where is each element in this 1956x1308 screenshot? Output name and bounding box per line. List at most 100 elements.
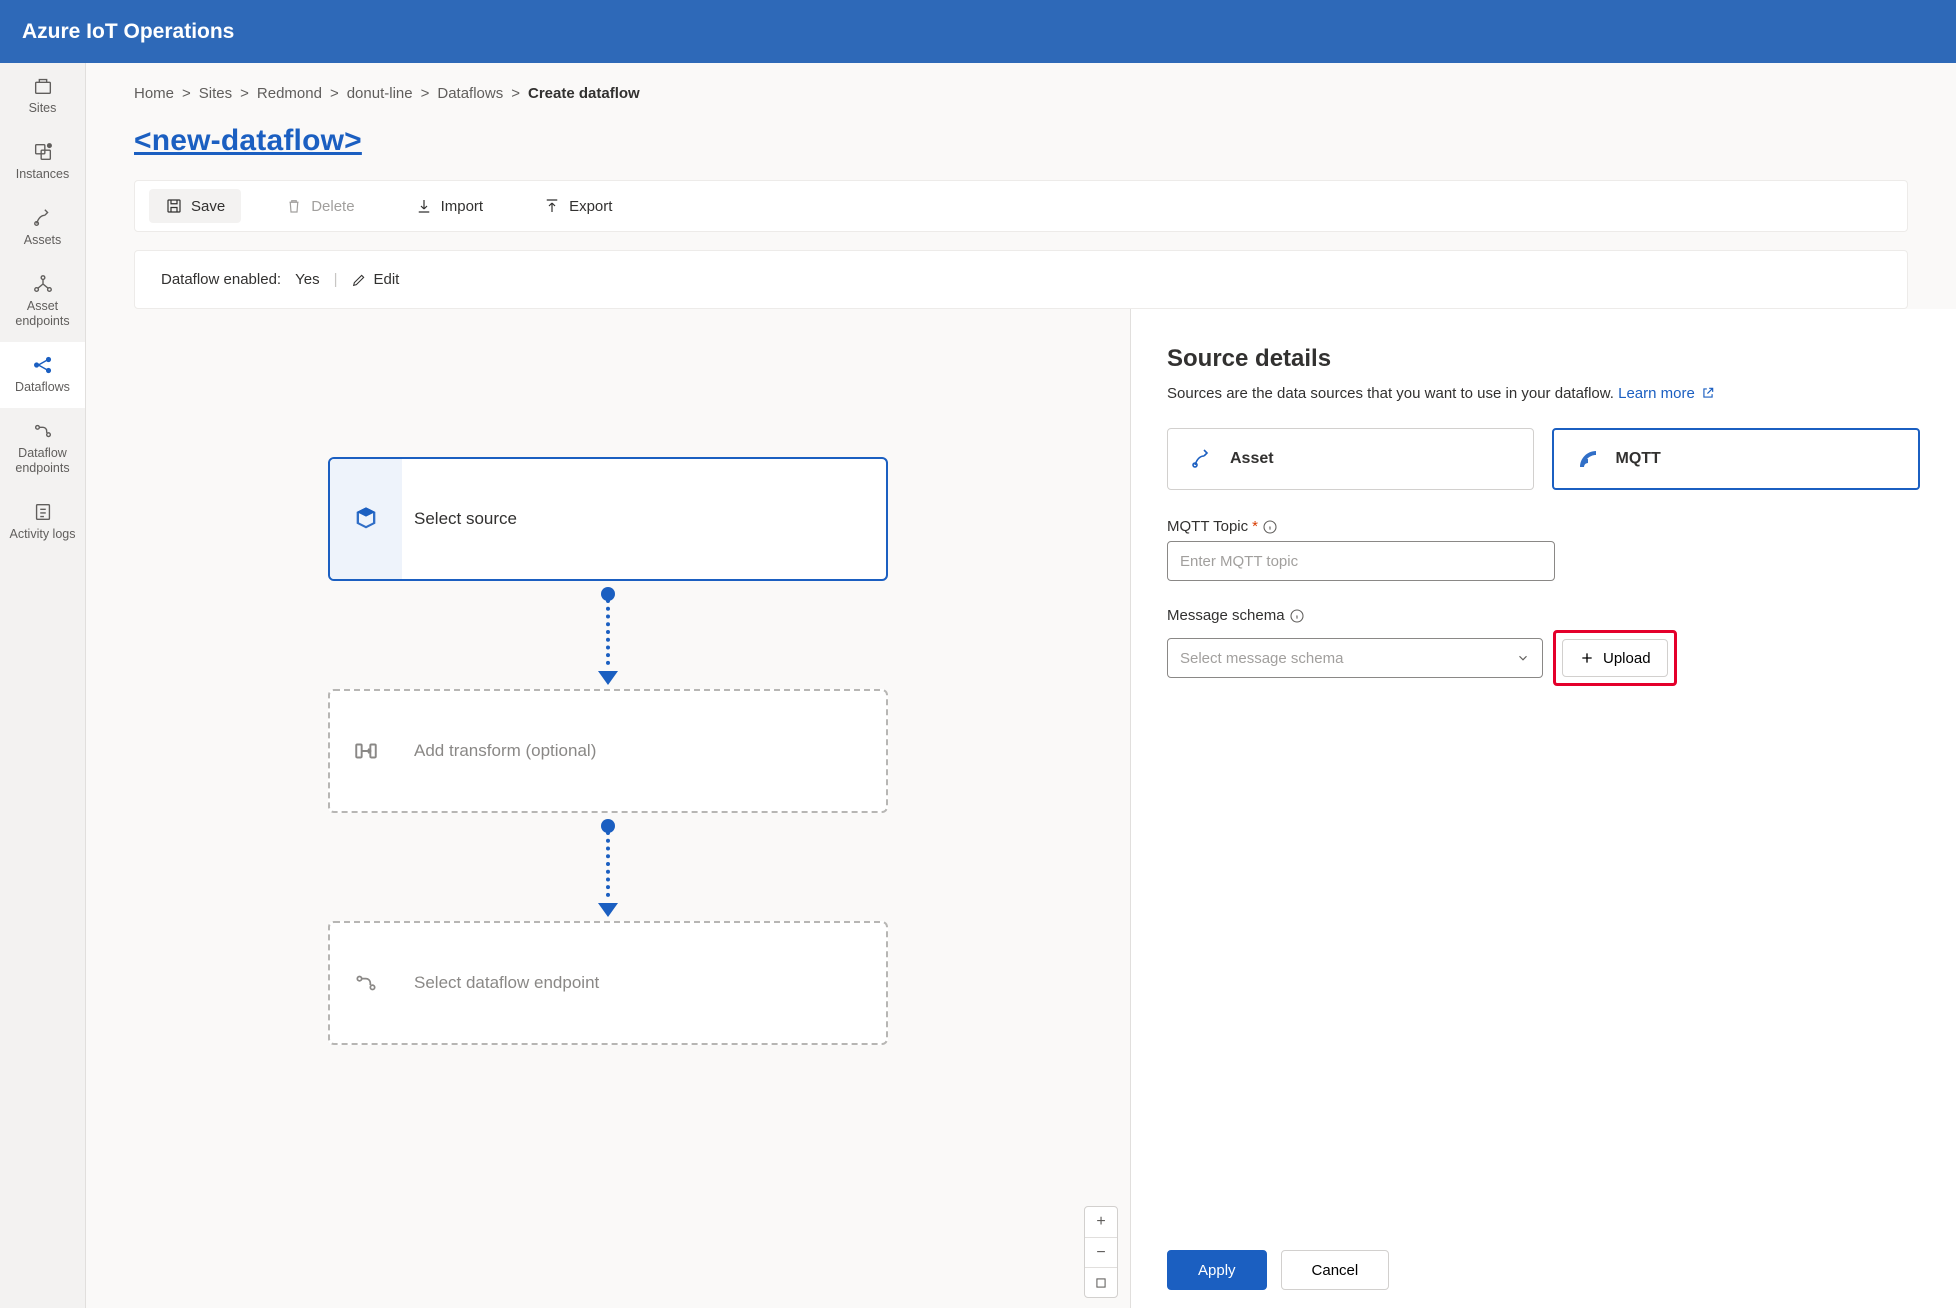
import-button[interactable]: Import xyxy=(399,189,500,223)
connector xyxy=(607,595,609,681)
mqtt-topic-field: MQTT Topic * xyxy=(1167,518,1920,581)
external-link-icon xyxy=(1701,386,1715,400)
activity-logs-icon xyxy=(32,501,54,523)
export-button[interactable]: Export xyxy=(527,189,628,223)
dataflows-icon xyxy=(32,354,54,376)
sidebar-item-label: Dataflow endpoints xyxy=(4,446,81,476)
breadcrumb-link[interactable]: Sites xyxy=(199,85,232,102)
node-label: Add transform (optional) xyxy=(414,741,596,761)
panel-footer: Apply Cancel xyxy=(1167,1232,1920,1308)
upload-label: Upload xyxy=(1603,650,1651,667)
learn-more-link[interactable]: Learn more xyxy=(1618,385,1715,402)
sidebar-item-asset-endpoints[interactable]: Asset endpoints xyxy=(0,261,85,342)
field-label: MQTT Topic * xyxy=(1167,518,1920,535)
transform-node[interactable]: Add transform (optional) xyxy=(328,689,888,813)
message-schema-field: Message schema Select message schema Upl… xyxy=(1167,607,1920,686)
dataflow-endpoints-icon xyxy=(32,420,54,442)
cmd-label: Import xyxy=(441,198,484,215)
app-header: Azure IoT Operations xyxy=(0,0,1956,63)
tab-label: MQTT xyxy=(1616,450,1661,468)
sidebar-item-activity-logs[interactable]: Activity logs xyxy=(0,489,85,555)
status-bar: Dataflow enabled: Yes | Edit xyxy=(134,250,1908,309)
sidebar-item-label: Asset endpoints xyxy=(4,299,81,329)
node-label: Select source xyxy=(414,509,517,529)
sidebar-item-dataflow-endpoints[interactable]: Dataflow endpoints xyxy=(0,408,85,489)
divider: | xyxy=(334,271,338,288)
cmd-label: Save xyxy=(191,198,225,215)
breadcrumb-link[interactable]: donut-line xyxy=(347,85,413,102)
sidebar-item-dataflows[interactable]: Dataflows xyxy=(0,342,85,408)
sidebar-item-label: Dataflows xyxy=(15,380,70,395)
import-icon xyxy=(415,197,433,215)
info-icon[interactable] xyxy=(1262,519,1278,535)
transform-icon xyxy=(353,738,379,764)
cmd-label: Export xyxy=(569,198,612,215)
save-button[interactable]: Save xyxy=(149,189,241,223)
fit-to-screen-button[interactable] xyxy=(1085,1267,1117,1297)
zoom-out-button[interactable]: − xyxy=(1085,1237,1117,1267)
source-type-tabs: Asset MQTT xyxy=(1167,428,1920,490)
save-icon xyxy=(165,197,183,215)
mqtt-icon xyxy=(1576,447,1600,471)
command-bar: Save Delete Import Export xyxy=(134,180,1908,232)
tab-asset[interactable]: Asset xyxy=(1167,428,1534,490)
mqtt-topic-input[interactable] xyxy=(1167,541,1555,581)
upload-button[interactable]: Upload xyxy=(1562,639,1668,677)
details-panel: Source details Sources are the data sour… xyxy=(1130,309,1956,1308)
sidebar-item-label: Instances xyxy=(16,167,70,182)
breadcrumb-current: Create dataflow xyxy=(528,85,640,102)
node-label: Select dataflow endpoint xyxy=(414,973,599,993)
fit-icon xyxy=(1094,1276,1108,1290)
sidebar-item-instances[interactable]: Instances xyxy=(0,129,85,195)
header: Home> Sites> Redmond> donut-line> Datafl… xyxy=(86,63,1956,309)
sidebar: Sites Instances Assets Asset endpoints D… xyxy=(0,63,86,1308)
asset-icon xyxy=(1190,447,1214,471)
chevron-down-icon xyxy=(1516,651,1530,665)
breadcrumb-link[interactable]: Dataflows xyxy=(437,85,503,102)
select-placeholder: Select message schema xyxy=(1180,650,1343,667)
upload-highlight: Upload xyxy=(1553,630,1677,686)
sites-icon xyxy=(32,75,54,97)
breadcrumb-link[interactable]: Redmond xyxy=(257,85,322,102)
sidebar-item-sites[interactable]: Sites xyxy=(0,63,85,129)
tab-mqtt[interactable]: MQTT xyxy=(1552,428,1921,490)
tab-label: Asset xyxy=(1230,450,1274,468)
zoom-controls: + − xyxy=(1084,1206,1118,1298)
destination-node[interactable]: Select dataflow endpoint xyxy=(328,921,888,1045)
canvas: Select source Add transform (optional) S… xyxy=(86,309,1130,1308)
edit-label: Edit xyxy=(373,271,399,288)
edit-button[interactable]: Edit xyxy=(351,271,399,288)
sidebar-item-assets[interactable]: Assets xyxy=(0,195,85,261)
zoom-in-button[interactable]: + xyxy=(1085,1207,1117,1237)
export-icon xyxy=(543,197,561,215)
details-title: Source details xyxy=(1167,345,1920,373)
status-value: Yes xyxy=(295,271,319,288)
layout: Sites Instances Assets Asset endpoints D… xyxy=(0,63,1956,1308)
canvas-container: Select source Add transform (optional) S… xyxy=(86,309,1956,1308)
info-icon[interactable] xyxy=(1289,608,1305,624)
connector xyxy=(607,827,609,913)
message-schema-select[interactable]: Select message schema xyxy=(1167,638,1543,678)
details-description: Sources are the data sources that you wa… xyxy=(1167,385,1920,402)
field-label: Message schema xyxy=(1167,607,1920,624)
apply-button[interactable]: Apply xyxy=(1167,1250,1267,1290)
required-marker: * xyxy=(1252,518,1258,535)
delete-icon xyxy=(285,197,303,215)
assets-icon xyxy=(32,207,54,229)
sidebar-item-label: Activity logs xyxy=(10,527,76,542)
page-title[interactable]: <new-dataflow> xyxy=(134,124,362,158)
sidebar-item-label: Assets xyxy=(24,233,62,248)
status-label: Dataflow enabled: xyxy=(161,271,281,288)
plus-icon xyxy=(1579,650,1595,666)
app-title: Azure IoT Operations xyxy=(22,20,234,44)
sidebar-item-label: Sites xyxy=(29,101,57,116)
breadcrumb-link[interactable]: Home xyxy=(134,85,174,102)
cube-icon xyxy=(352,505,380,533)
breadcrumb: Home> Sites> Redmond> donut-line> Datafl… xyxy=(134,85,1908,102)
delete-button: Delete xyxy=(269,189,370,223)
edit-icon xyxy=(351,272,367,288)
cmd-label: Delete xyxy=(311,198,354,215)
cancel-button[interactable]: Cancel xyxy=(1281,1250,1390,1290)
source-node[interactable]: Select source xyxy=(328,457,888,581)
instances-icon xyxy=(32,141,54,163)
